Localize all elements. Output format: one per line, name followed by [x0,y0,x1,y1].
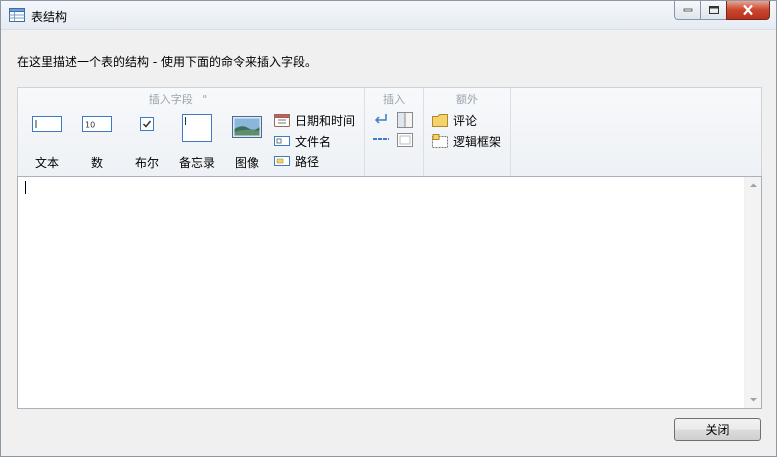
minimize-button[interactable] [674,1,700,20]
text-field-label: 文本 [34,156,59,170]
memo-field-label: 备忘录 [178,156,215,170]
scroll-down-icon[interactable] [749,395,758,404]
window-title: 表结构 [31,10,68,24]
comment-button[interactable]: 评论 [432,111,477,129]
close-icon [743,4,753,16]
path-field-button[interactable]: 路径 [274,152,319,170]
caption-buttons [674,1,770,21]
table-icon [9,8,25,22]
folder-field-icon [274,156,290,166]
group-label-insert-field: 插入字段 " [18,91,338,107]
number-field-button[interactable]: 10 数 [72,112,122,172]
comment-label: 评论 [453,113,478,128]
checkbox-icon [140,117,154,131]
line-break-icon[interactable] [373,112,389,126]
group-extra: 额外 评论 逻辑框架 [424,88,511,176]
dialog-window: 表结构 在这里描述一个表的结构 - 使用下面的命令来插入字段。 插入字段 " 文… [0,0,777,457]
number-field-label: 数 [90,156,103,170]
filename-field-button[interactable]: 文件名 [274,132,331,150]
image-field-label: 图像 [234,156,259,170]
frame-box-icon[interactable] [397,133,413,147]
filename-field-label: 文件名 [295,134,332,149]
image-field-button[interactable]: 图像 [222,112,272,172]
group-label-insert-field-text: 插入字段 [148,93,193,106]
description-text: 在这里描述一个表的结构 - 使用下面的命令来插入字段。 [17,55,317,69]
datetime-field-label: 日期和时间 [295,113,356,128]
image-icon [232,116,262,138]
calendar-icon [274,114,290,127]
close-button[interactable]: 关闭 [674,418,761,441]
logic-frame-button[interactable]: 逻辑框架 [432,132,501,150]
structure-editor[interactable] [17,176,762,409]
logic-frame-icon [432,134,448,148]
comment-note-icon [432,113,448,127]
group-insert-field: 插入字段 " 文本 10 数 布尔 备忘录 图像 日期和时间 文件名 路径 [18,88,365,176]
text-field-button[interactable]: 文本 [22,112,72,172]
datetime-field-button[interactable]: 日期和时间 [274,111,355,129]
text-caret [25,181,26,194]
maximize-button[interactable] [700,1,726,20]
group-insert: 插入 [365,88,424,176]
logic-frame-label: 逻辑框架 [453,134,502,149]
group-label-insert: 插入 [383,93,405,106]
path-field-label: 路径 [295,154,320,169]
separator-line-icon[interactable] [373,135,389,143]
file-field-icon [274,136,290,146]
vertical-scrollbar[interactable] [744,177,761,408]
memo-field-icon [182,114,212,142]
text-field-icon [32,116,62,132]
memo-field-button[interactable]: 备忘录 [172,112,222,172]
minimize-icon [683,8,692,12]
title-bar[interactable]: 表结构 [1,1,776,30]
scroll-up-icon[interactable] [749,181,758,190]
boolean-field-label: 布尔 [134,156,159,170]
boolean-field-button[interactable]: 布尔 [122,112,172,172]
close-window-button[interactable] [726,1,770,20]
group-label-extra: 额外 [456,93,478,106]
group-label-insert-field-mark: " [202,93,208,106]
maximize-icon [708,6,719,14]
number-icon-text: 10 [85,121,95,130]
column-break-icon[interactable] [397,112,413,128]
ribbon-toolbar: 插入字段 " 文本 10 数 布尔 备忘录 图像 日期和时间 文件名 路径 插入… [17,87,762,176]
number-field-icon: 10 [82,116,112,132]
